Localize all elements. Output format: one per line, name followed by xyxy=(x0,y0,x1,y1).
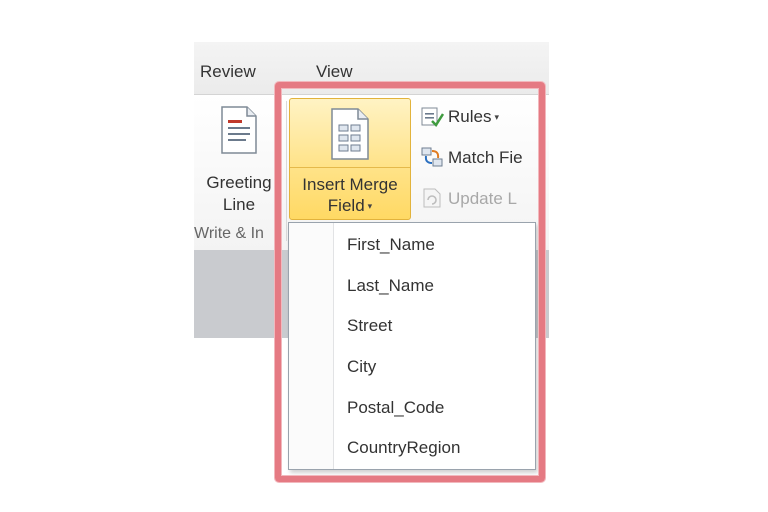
insert-merge-field-icon xyxy=(331,108,369,160)
menu-item-street[interactable]: Street xyxy=(347,316,392,336)
group-label-write-insert: Write & In xyxy=(194,225,264,242)
match-fields-icon xyxy=(421,147,443,167)
update-labels-button[interactable]: Update L xyxy=(420,187,517,215)
greeting-label-line2: Line xyxy=(222,195,256,214)
rules-label: Rules xyxy=(448,107,492,126)
match-fields-label: Match Fie xyxy=(448,148,523,167)
group-separator xyxy=(286,101,287,241)
greeting-line-icon xyxy=(221,106,257,154)
menu-item-last-name[interactable]: Last_Name xyxy=(347,276,434,296)
insert-merge-field-button[interactable]: Insert Merge Field ▾ xyxy=(289,98,411,220)
greeting-label-line1: Greeting xyxy=(206,173,272,192)
menu-item-city[interactable]: City xyxy=(347,357,376,377)
tab-view[interactable]: View xyxy=(316,62,353,82)
rules-icon xyxy=(421,107,444,127)
update-labels-label: Update L xyxy=(448,189,517,208)
menu-item-postal-code[interactable]: Postal_Code xyxy=(347,398,444,418)
update-labels-icon xyxy=(423,188,441,208)
ribbon-tab-bar: Review View xyxy=(194,42,549,95)
tab-review[interactable]: Review xyxy=(200,62,256,82)
menu-icon-gutter xyxy=(289,223,334,469)
chevron-down-icon: ▾ xyxy=(494,112,499,122)
word-ribbon-screenshot: Review View Greeting Line Write & In Ins… xyxy=(194,42,549,482)
field-label: Field xyxy=(327,196,365,215)
match-fields-button[interactable]: Match Fie xyxy=(420,146,523,174)
chevron-down-icon: ▾ xyxy=(367,201,373,211)
menu-item-first-name[interactable]: First_Name xyxy=(347,235,435,255)
insert-merge-label-line2[interactable]: Field ▾ xyxy=(290,196,410,216)
insert-merge-label-line1: Insert Merge xyxy=(302,175,398,194)
rules-button[interactable]: Rules ▾ xyxy=(420,105,499,133)
greeting-line-label: Greeting Line xyxy=(194,172,284,216)
menu-item-country-region[interactable]: CountryRegion xyxy=(347,438,460,458)
merge-field-dropdown-menu: First_Name Last_Name Street City Postal_… xyxy=(288,222,536,470)
split-button-divider xyxy=(290,167,410,168)
